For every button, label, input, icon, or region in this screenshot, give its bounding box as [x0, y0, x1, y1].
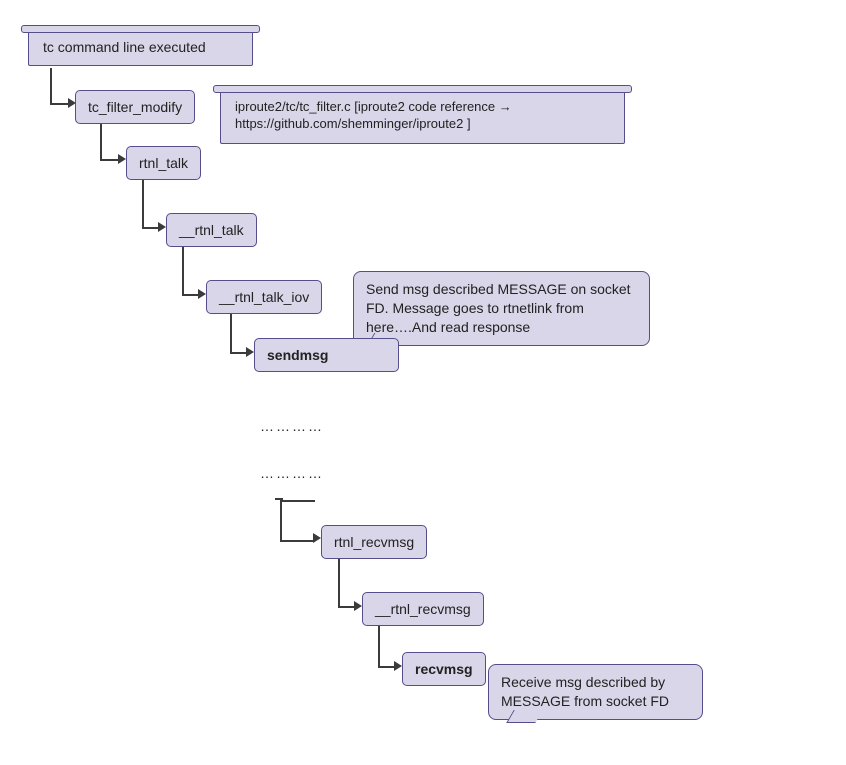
arrow-icon	[394, 661, 402, 671]
node-label: __rtnl_talk	[179, 222, 244, 238]
node-label: sendmsg	[267, 347, 328, 363]
ellipsis: …………	[260, 418, 324, 434]
node-label: rtnl_recvmsg	[334, 534, 414, 550]
connector	[280, 500, 315, 542]
node-recvmsg: recvmsg	[402, 652, 486, 686]
annotation-text: Send msg described MESSAGE on socket FD.…	[366, 281, 631, 335]
arrow-icon	[158, 222, 166, 232]
node-tc-filter-modify: tc_filter_modify	[75, 90, 195, 124]
arrow-icon	[313, 533, 321, 543]
connector	[280, 500, 282, 540]
node-rtnl-recvmsg: rtnl_recvmsg	[321, 525, 427, 559]
node-label: __rtnl_talk_iov	[219, 289, 309, 305]
connector	[275, 498, 283, 500]
node-label: __rtnl_recvmsg	[375, 601, 471, 617]
node-rtnl-talk: rtnl_talk	[126, 146, 201, 180]
node-sendmsg: sendmsg	[254, 338, 399, 372]
annotation-code-reference: iproute2/tc/tc_filter.c [iproute2 code r…	[220, 88, 625, 144]
ellipsis: …………	[260, 465, 324, 481]
arrow-icon	[246, 347, 254, 357]
arrow-icon	[118, 154, 126, 164]
annotation-text: Receive msg described by MESSAGE from so…	[501, 674, 669, 709]
node-label: rtnl_talk	[139, 155, 188, 171]
node-label: tc_filter_modify	[88, 99, 182, 115]
annotation-text: iproute2/tc/tc_filter.c [iproute2 code r…	[235, 99, 512, 131]
arrow-icon	[198, 289, 206, 299]
node-rtnl-talk-internal: __rtnl_talk	[166, 213, 257, 247]
node-root-label: tc command line executed	[43, 39, 206, 55]
call-flow-diagram: tc command line executed tc_filter_modif…	[20, 20, 826, 740]
node-label: recvmsg	[415, 661, 473, 677]
arrow-icon	[354, 601, 362, 611]
callout-tail-icon	[506, 710, 543, 723]
node-root: tc command line executed	[28, 28, 253, 66]
node-rtnl-recvmsg-internal: __rtnl_recvmsg	[362, 592, 484, 626]
node-rtnl-talk-iov: __rtnl_talk_iov	[206, 280, 322, 314]
